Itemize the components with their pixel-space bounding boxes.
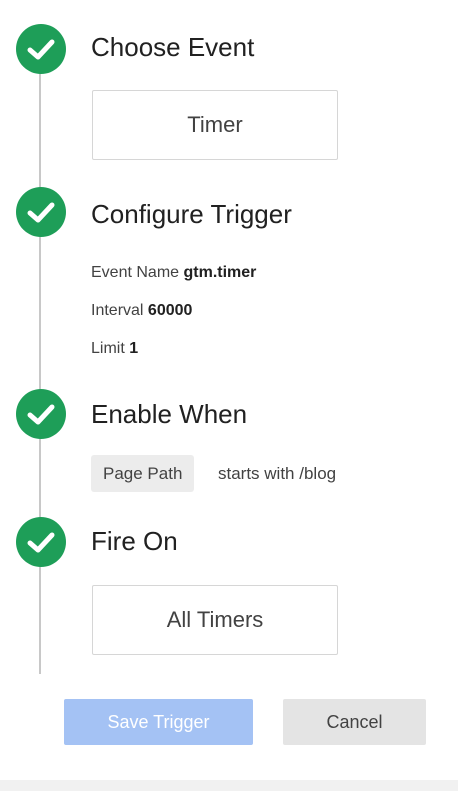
fire-on-selector[interactable]: All Timers <box>92 585 338 655</box>
event-name-label: Event Name <box>91 264 180 281</box>
save-trigger-button[interactable]: Save Trigger <box>64 699 253 745</box>
check-circle-icon <box>16 187 66 237</box>
step-title-enable-when: Enable When <box>91 399 248 429</box>
event-name-row: Event Name gtm.timer <box>91 263 256 283</box>
interval-label: Interval <box>91 302 144 319</box>
limit-value: 1 <box>129 340 139 357</box>
check-circle-icon <box>16 389 66 439</box>
interval-row: Interval 60000 <box>91 301 192 321</box>
timeline-connector <box>39 60 41 674</box>
limit-row: Limit 1 <box>91 339 138 359</box>
condition-variable-chip: Page Path <box>91 455 195 492</box>
footer-strip <box>0 780 458 791</box>
limit-label: Limit <box>91 340 125 357</box>
condition-text: starts with /blog <box>218 464 337 483</box>
event-name-value: gtm.timer <box>183 264 257 281</box>
cancel-button[interactable]: Cancel <box>283 699 426 745</box>
check-circle-icon <box>16 24 66 74</box>
interval-value: 60000 <box>147 302 193 319</box>
step-title-configure-trigger: Configure Trigger <box>91 199 292 229</box>
check-circle-icon <box>16 517 66 567</box>
step-title-fire-on: Fire On <box>91 526 178 556</box>
step-title-choose-event: Choose Event <box>91 32 255 62</box>
event-type-selector[interactable]: Timer <box>92 90 338 160</box>
